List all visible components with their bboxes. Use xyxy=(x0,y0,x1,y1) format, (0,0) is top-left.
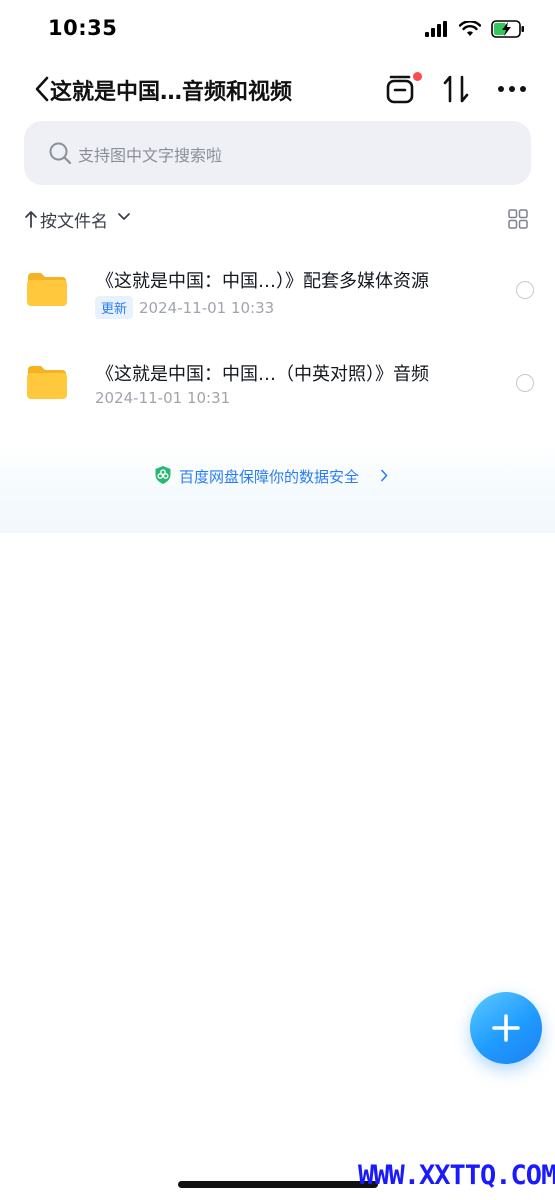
notification-dot xyxy=(413,72,422,81)
page-title: 这就是中国…音频和视频 xyxy=(50,80,293,105)
chevron-right-icon[interactable] xyxy=(380,469,388,482)
add-button[interactable] xyxy=(470,992,542,1064)
cellular-signal-icon xyxy=(425,21,447,37)
search-placeholder: 支持图中文字搜索啦 xyxy=(78,146,223,165)
select-checkbox[interactable] xyxy=(516,281,534,299)
sort-row: 按文件名 xyxy=(0,200,555,236)
grid-view-icon[interactable] xyxy=(508,209,528,229)
safety-link-text[interactable]: 百度网盘保障你的数据安全 xyxy=(179,466,359,487)
status-bar: 10:35 xyxy=(0,0,555,60)
file-name: 《这就是中国：中国…（中英对照）》音频 xyxy=(96,364,429,385)
wifi-icon xyxy=(459,21,481,36)
watermark-text: WWW.XXTTQ.COM xyxy=(358,1160,555,1191)
more-icon[interactable] xyxy=(497,85,527,93)
search-input[interactable]: 支持图中文字搜索啦 xyxy=(24,121,531,185)
search-icon xyxy=(49,142,72,165)
sort-arrows-icon[interactable] xyxy=(442,74,470,104)
plus-icon xyxy=(492,1014,520,1042)
file-date: 2024-11-01 10:33 xyxy=(139,298,275,317)
top-nav-bar: 这就是中国…音频和视频 xyxy=(0,60,555,118)
select-checkbox[interactable] xyxy=(516,374,534,392)
folder-icon xyxy=(27,273,67,306)
home-indicator xyxy=(178,1181,378,1188)
file-name: 《这就是中国：中国…）》配套多媒体资源 xyxy=(96,271,429,292)
file-date: 2024-11-01 10:31 xyxy=(95,389,231,407)
file-list-item[interactable]: 《这就是中国：中国…（中英对照）》音频 2024-11-01 10:31 xyxy=(0,338,555,428)
update-badge: 更新 xyxy=(95,296,134,319)
sort-by-name-button[interactable]: 按文件名 xyxy=(40,207,108,232)
file-list-item[interactable]: 《这就是中国：中国…）》配套多媒体资源 更新 2024-11-01 10:33 xyxy=(0,245,555,335)
status-icons xyxy=(425,20,525,38)
shield-icon xyxy=(155,466,171,484)
arrow-up-icon[interactable] xyxy=(24,209,38,229)
chevron-down-icon[interactable] xyxy=(117,212,131,222)
data-safety-banner[interactable]: 百度网盘保障你的数据安全 xyxy=(0,445,555,533)
chevron-left-icon[interactable] xyxy=(34,76,50,102)
battery-charging-icon xyxy=(491,20,524,38)
status-time: 10:35 xyxy=(48,16,118,40)
file-meta: 更新 2024-11-01 10:33 xyxy=(95,296,274,319)
folder-icon xyxy=(27,366,67,399)
file-meta: 2024-11-01 10:31 xyxy=(95,389,230,407)
